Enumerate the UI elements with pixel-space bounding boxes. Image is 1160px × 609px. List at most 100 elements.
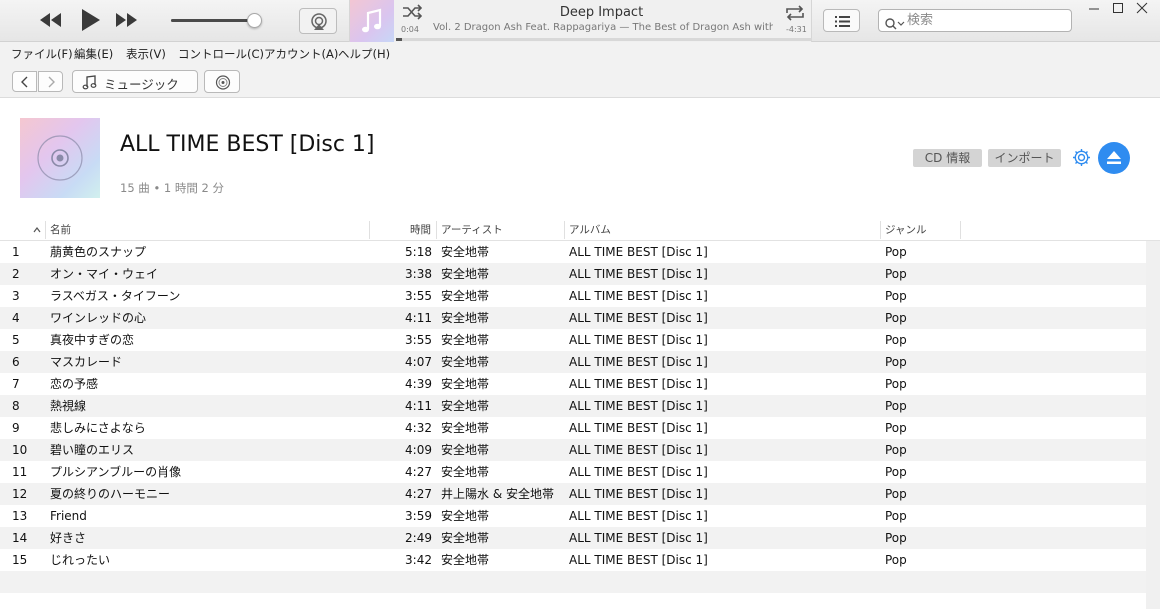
repeat-button[interactable] <box>784 4 806 26</box>
elapsed-time: 0:04 <box>401 25 419 34</box>
shuffle-button[interactable] <box>402 4 423 24</box>
now-playing-subtitle: Vol. 2 Dragon Ash Feat. Rappagariya — Th… <box>433 22 773 33</box>
track-time: 3:59 <box>405 509 432 523</box>
column-divider <box>960 221 961 239</box>
menu-account[interactable]: アカウント(A) <box>264 46 338 62</box>
import-settings-button[interactable] <box>1071 147 1092 172</box>
import-button[interactable]: インポート <box>988 149 1061 167</box>
menu-help[interactable]: ヘルプ(H) <box>338 46 390 62</box>
cd-info-button[interactable]: CD 情報 <box>913 149 982 167</box>
track-name: ワインレッドの心 <box>50 311 147 325</box>
column-header-album[interactable]: アルバム <box>569 219 611 241</box>
player-bar: 0:04 Deep Impact Vol. 2 Dragon Ash Feat.… <box>0 0 1160 42</box>
track-album: ALL TIME BEST [Disc 1] <box>569 421 708 435</box>
chevron-left-icon <box>21 76 28 88</box>
track-time: 4:11 <box>405 311 432 325</box>
column-divider <box>436 221 437 239</box>
table-row[interactable]: 10 碧い瞳のエリス 4:09 安全地帯 ALL TIME BEST [Disc… <box>0 439 1146 461</box>
column-header-name[interactable]: 名前 <box>50 219 71 241</box>
table-row[interactable]: 9 悲しみにさよなら 4:32 安全地帯 ALL TIME BEST [Disc… <box>0 417 1146 439</box>
music-note-icon <box>362 8 382 33</box>
track-album: ALL TIME BEST [Disc 1] <box>569 487 708 501</box>
table-row[interactable]: 1 萠黄色のスナップ 5:18 安全地帯 ALL TIME BEST [Disc… <box>0 241 1146 263</box>
track-artist: 安全地帯 <box>441 399 490 413</box>
music-note-icon <box>82 75 97 90</box>
album-title: ALL TIME BEST [Disc 1] <box>120 132 375 157</box>
play-button[interactable] <box>78 7 102 37</box>
maximize-button[interactable] <box>1106 0 1130 18</box>
track-number: 11 <box>12 465 28 479</box>
remaining-time: -4:31 <box>786 25 807 34</box>
column-header-time[interactable]: 時間 <box>410 219 431 241</box>
track-artist: 安全地帯 <box>441 289 490 303</box>
track-number: 3 <box>12 289 20 303</box>
track-name: 萠黄色のスナップ <box>50 245 147 259</box>
up-next-button[interactable] <box>823 9 860 32</box>
media-type-selector[interactable]: ミュージック <box>72 70 198 93</box>
airplay-button[interactable] <box>299 8 337 34</box>
track-name: Friend <box>50 509 87 523</box>
track-genre: Pop <box>885 355 907 369</box>
track-genre: Pop <box>885 333 907 347</box>
table-row[interactable]: 8 熱視線 4:11 安全地帯 ALL TIME BEST [Disc 1] P… <box>0 395 1146 417</box>
close-button[interactable] <box>1130 0 1154 18</box>
rewind-button[interactable] <box>38 10 62 34</box>
track-number: 10 <box>12 443 28 457</box>
column-header-genre[interactable]: ジャンル <box>885 219 926 241</box>
table-row[interactable]: 2 オン・マイ・ウェイ 3:38 安全地帯 ALL TIME BEST [Dis… <box>0 263 1146 285</box>
album-summary: 15 曲 • 1 時間 2 分 <box>120 181 224 195</box>
table-row[interactable]: 4 ワインレッドの心 4:11 安全地帯 ALL TIME BEST [Disc… <box>0 307 1146 329</box>
repeat-icon <box>786 5 804 21</box>
scrollbar[interactable] <box>1146 241 1160 609</box>
volume-slider[interactable] <box>171 19 259 22</box>
track-album: ALL TIME BEST [Disc 1] <box>569 531 708 545</box>
track-artist: 安全地帯 <box>441 355 490 369</box>
table-row[interactable]: 11 プルシアンブルーの肖像 4:27 安全地帯 ALL TIME BEST [… <box>0 461 1146 483</box>
track-genre: Pop <box>885 421 907 435</box>
table-row[interactable]: 6 マスカレード 4:07 安全地帯 ALL TIME BEST [Disc 1… <box>0 351 1146 373</box>
column-divider <box>880 221 881 239</box>
track-genre: Pop <box>885 531 907 545</box>
volume-knob[interactable] <box>246 13 262 28</box>
table-row[interactable]: 7 恋の予感 4:39 安全地帯 ALL TIME BEST [Disc 1] … <box>0 373 1146 395</box>
minimize-button[interactable] <box>1082 0 1106 18</box>
menu-edit[interactable]: 編集(E) <box>74 46 113 62</box>
column-header-artist[interactable]: アーティスト <box>441 219 503 241</box>
track-time: 2:49 <box>405 531 432 545</box>
track-artist: 安全地帯 <box>441 531 490 545</box>
track-artist: 安全地帯 <box>441 377 490 391</box>
search-box[interactable] <box>878 9 1072 32</box>
track-genre: Pop <box>885 509 907 523</box>
track-album: ALL TIME BEST [Disc 1] <box>569 289 708 303</box>
track-album: ALL TIME BEST [Disc 1] <box>569 311 708 325</box>
list-icon <box>835 16 850 27</box>
eject-button[interactable] <box>1098 142 1130 174</box>
track-genre: Pop <box>885 443 907 457</box>
table-row[interactable]: 14 好きさ 2:49 安全地帯 ALL TIME BEST [Disc 1] … <box>0 527 1146 549</box>
table-row[interactable]: 5 真夜中すぎの恋 3:55 安全地帯 ALL TIME BEST [Disc … <box>0 329 1146 351</box>
table-row[interactable]: 15 じれったい 3:42 安全地帯 ALL TIME BEST [Disc 1… <box>0 549 1146 571</box>
sort-ascending-icon[interactable] <box>32 219 42 241</box>
menu-controls[interactable]: コントロール(C) <box>178 46 264 62</box>
fast-forward-button[interactable] <box>115 10 139 34</box>
track-time: 4:27 <box>405 487 432 501</box>
table-row[interactable]: 3 ラスベガス・タイフーン 3:55 安全地帯 ALL TIME BEST [D… <box>0 285 1146 307</box>
track-album: ALL TIME BEST [Disc 1] <box>569 553 708 567</box>
track-name: 恋の予感 <box>50 377 99 391</box>
table-row[interactable]: 12 夏の終りのハーモニー 4:27 井上陽水 & 安全地帯 ALL TIME … <box>0 483 1146 505</box>
menu-file[interactable]: ファイル(F) <box>11 46 73 62</box>
track-name: 碧い瞳のエリス <box>50 443 135 457</box>
track-genre: Pop <box>885 311 907 325</box>
track-artist: 安全地帯 <box>441 421 490 435</box>
back-button[interactable] <box>12 71 37 92</box>
cd-source-button[interactable] <box>204 70 240 93</box>
forward-button[interactable] <box>38 71 63 92</box>
track-time: 4:11 <box>405 399 432 413</box>
search-input[interactable] <box>907 11 1067 30</box>
menu-view[interactable]: 表示(V) <box>126 46 166 62</box>
table-row[interactable]: 13 Friend 3:59 安全地帯 ALL TIME BEST [Disc … <box>0 505 1146 527</box>
playback-progress[interactable] <box>396 38 812 41</box>
track-genre: Pop <box>885 553 907 567</box>
track-number: 14 <box>12 531 28 545</box>
track-time: 3:55 <box>405 289 432 303</box>
